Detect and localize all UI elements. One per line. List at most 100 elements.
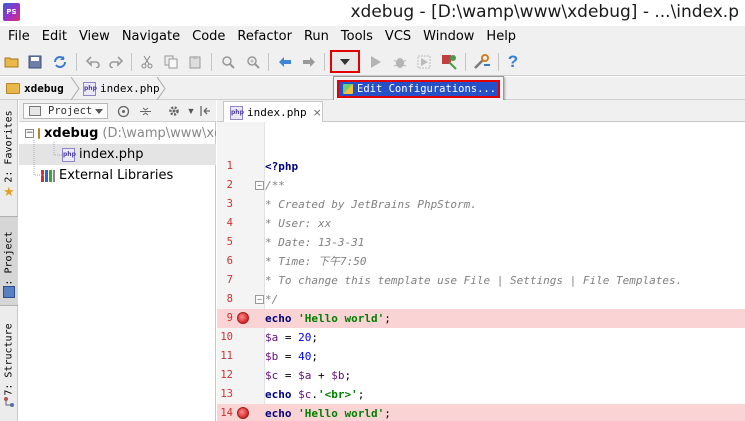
project-panel: Project ▼ − xdebug (D:\wamp\www\xd php i… [19, 100, 216, 421]
folder-icon [38, 128, 40, 139]
code-line-breakpoint[interactable]: 14 echo 'Hello world'; [217, 404, 745, 421]
project-view-label: Project [48, 105, 93, 117]
line-number: 12 [220, 369, 233, 381]
menu-edit[interactable]: Edit [36, 26, 73, 48]
tree-file-label: index.php [79, 147, 144, 162]
title-bar: PS xdebug - [D:\wamp\www\xdebug] - ...\i… [0, 0, 745, 26]
php-file-icon: php [62, 147, 76, 162]
tab-index-php[interactable]: php index.php × [223, 101, 323, 123]
tab-favorites[interactable]: 2: Favorites [0, 102, 18, 190]
forward-arrow-icon[interactable] [299, 52, 319, 72]
line-number: 10 [220, 331, 233, 343]
undo-icon[interactable] [83, 52, 103, 72]
breakpoint-icon[interactable] [237, 407, 249, 419]
line-number: 1 [226, 160, 233, 172]
run-icon[interactable] [366, 52, 386, 72]
code-line[interactable]: 8 − */ [217, 290, 745, 309]
menu-help[interactable]: Help [480, 26, 522, 48]
code-line[interactable]: 12 $c = $a + $b; [217, 366, 745, 385]
replace-icon[interactable] [243, 52, 263, 72]
code-line[interactable]: 6 * Time: 下午7:50 [217, 252, 745, 271]
toolbar-separator [211, 53, 212, 71]
collapse-toggle-icon[interactable]: − [25, 129, 34, 138]
line-number: 11 [220, 350, 233, 362]
edit-configurations-label: Edit Configurations... [357, 83, 497, 95]
line-number: 4 [226, 217, 233, 229]
breadcrumb-project[interactable]: xdebug [6, 80, 64, 97]
code-editor[interactable]: 1 <?php 2 − /** 3 * Created by JetBrains… [217, 122, 745, 421]
menu-navigate[interactable]: Navigate [116, 26, 186, 48]
project-view-select[interactable]: Project [23, 103, 108, 119]
code-text: <?php [265, 160, 299, 173]
code-line[interactable]: 2 − /** [217, 176, 745, 195]
help-icon[interactable]: ? [503, 52, 523, 72]
code-line[interactable]: 10 $a = 20; [217, 328, 745, 347]
toolbar-separator [76, 53, 77, 71]
line-number: 7 [226, 274, 233, 286]
paste-icon[interactable] [185, 52, 205, 72]
close-icon[interactable]: × [313, 106, 322, 119]
run-configuration-dropdown[interactable] [330, 50, 360, 73]
chevron-down-icon [95, 109, 103, 114]
code-line[interactable]: 5 * Date: 13-3-31 [217, 233, 745, 252]
code-line[interactable]: 3 * Created by JetBrains PhpStorm. [217, 195, 745, 214]
edit-configurations-item[interactable]: Edit Configurations... [337, 80, 500, 98]
tree-libraries-label: External Libraries [59, 168, 174, 183]
tab-structure-label: 7: Structure [3, 322, 15, 396]
code-line-breakpoint[interactable]: 9 echo 'Hello world'; [217, 309, 745, 328]
project-tool-icon [3, 286, 15, 298]
tab-index-php-label: index.php [247, 106, 307, 119]
code-text: * Created by JetBrains PhpStorm. [265, 198, 477, 211]
toolbar-separator [324, 53, 325, 71]
synchronize-icon[interactable] [50, 52, 70, 72]
copy-icon[interactable] [161, 52, 181, 72]
code-text: * User: xx [265, 217, 332, 230]
gear-icon[interactable] [166, 103, 182, 119]
code-line[interactable]: 13 echo $c.'<br>'; [217, 385, 745, 404]
back-arrow-icon[interactable] [275, 52, 295, 72]
run-configuration-popup: Edit Configurations... [333, 76, 504, 102]
code-line[interactable]: 4 * User: xx [217, 214, 745, 233]
stop-debug-icon[interactable] [439, 52, 459, 72]
fold-toggle-icon[interactable]: − [255, 181, 264, 190]
tab-structure[interactable]: 7: Structure [0, 318, 18, 400]
menu-file[interactable]: File [2, 26, 36, 48]
php-file-icon: php [83, 81, 97, 96]
debug-icon[interactable] [390, 52, 410, 72]
breakpoint-icon[interactable] [237, 312, 249, 324]
breadcrumb-separator-icon [156, 77, 166, 100]
cut-icon[interactable] [137, 52, 157, 72]
collapse-all-icon[interactable] [137, 103, 153, 119]
settings-icon[interactable] [472, 52, 492, 72]
edit-configurations-icon [343, 84, 353, 94]
menu-view[interactable]: View [73, 26, 116, 48]
open-folder-icon[interactable] [2, 52, 22, 72]
code-line[interactable]: 7 * To change this template use File | S… [217, 271, 745, 290]
fold-toggle-icon[interactable]: − [255, 295, 264, 304]
line-number: 6 [226, 255, 233, 267]
line-number: 5 [226, 236, 233, 248]
breadcrumb-file[interactable]: php index.php [83, 80, 160, 97]
menu-vcs[interactable]: VCS [379, 26, 417, 48]
menu-code[interactable]: Code [186, 26, 231, 48]
hide-panel-icon[interactable] [197, 103, 213, 119]
run-with-coverage-icon[interactable] [414, 52, 434, 72]
toolbar-separator [268, 53, 269, 71]
scroll-from-source-icon[interactable] [115, 103, 131, 119]
line-number: 3 [226, 198, 233, 210]
menu-window[interactable]: Window [417, 26, 480, 48]
menu-run[interactable]: Run [298, 26, 335, 48]
find-icon[interactable] [218, 52, 238, 72]
save-all-icon[interactable] [25, 52, 45, 72]
code-line[interactable]: 1 <?php [217, 157, 745, 176]
menu-tools[interactable]: Tools [335, 26, 379, 48]
tree-root-path: (D:\wamp\www\xd [102, 126, 216, 141]
menu-refactor[interactable]: Refactor [231, 26, 298, 48]
star-icon: ★ [3, 184, 15, 199]
code-line[interactable]: 11 $b = 40; [217, 347, 745, 366]
toolbar-separator [465, 53, 466, 71]
phpstorm-app-icon[interactable]: PS [3, 3, 20, 21]
code-text: $c = $a + $b; [265, 369, 352, 382]
redo-icon[interactable] [106, 52, 126, 72]
code-text: $a = 20; [265, 331, 318, 344]
